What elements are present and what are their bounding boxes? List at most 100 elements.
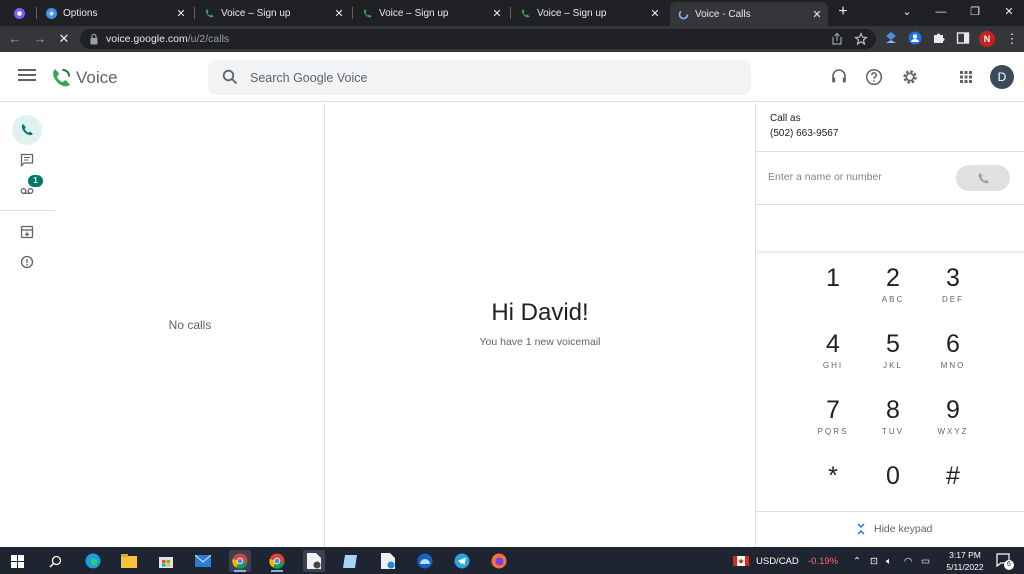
chrome-profile-icon[interactable]	[266, 550, 288, 572]
wifi-icon[interactable]: ◠	[904, 556, 912, 567]
options-icon	[46, 7, 57, 19]
side-panel-icon[interactable]	[956, 31, 970, 45]
clock-time: 3:17 PM	[949, 550, 981, 560]
close-icon[interactable]: ✕	[648, 7, 662, 20]
nav-messages[interactable]	[12, 145, 42, 175]
share-icon[interactable]	[830, 32, 844, 46]
forward-icon[interactable]: →	[31, 30, 49, 48]
new-tab-button[interactable]: +	[834, 3, 852, 21]
extension-icon	[14, 7, 25, 19]
message-icon	[20, 153, 34, 167]
nav-archive[interactable]	[12, 217, 42, 247]
call-as-number[interactable]: (502) 663-9567	[770, 128, 838, 139]
restore-icon[interactable]: ❐	[960, 2, 990, 22]
network-icon[interactable]: ▭	[921, 556, 930, 567]
windows-start-icon[interactable]	[6, 550, 28, 572]
help-icon[interactable]	[865, 68, 883, 86]
tab-voice-signup-2[interactable]: Voice – Sign up ✕	[354, 2, 508, 24]
apps-grid-icon[interactable]	[957, 68, 975, 86]
minimize-icon[interactable]: —	[926, 2, 956, 22]
keypad-key-7[interactable]: 7 PQRS	[808, 395, 858, 455]
browser-app-icon[interactable]	[414, 550, 436, 572]
nav-spam[interactable]	[12, 247, 42, 277]
currency-widget-label[interactable]: USD/CAD	[756, 556, 799, 567]
keypad-key-0[interactable]: 0	[868, 461, 918, 521]
tab-title: Voice – Sign up	[537, 7, 607, 19]
close-icon[interactable]: ✕	[332, 7, 346, 20]
hide-keypad-label: Hide keypad	[874, 523, 933, 535]
tab-divider	[36, 7, 37, 19]
keypad-key-9[interactable]: 9 WXYZ	[928, 395, 978, 455]
nav-calls[interactable]	[12, 115, 42, 145]
keypad-key-6[interactable]: 6 MNO	[928, 329, 978, 389]
extension-dropbox-icon[interactable]	[884, 31, 898, 45]
divider	[756, 511, 1024, 512]
empty-calls-message: No calls	[168, 318, 212, 332]
hide-keypad-button[interactable]: Hide keypad	[856, 523, 932, 535]
close-icon[interactable]: ✕	[174, 7, 188, 20]
calls-list-pane: No calls	[55, 103, 325, 547]
currency-change: -0.19%	[808, 556, 839, 567]
window-close-icon[interactable]: ✕	[994, 2, 1024, 22]
extensions-puzzle-icon[interactable]	[932, 31, 946, 45]
store-icon[interactable]	[155, 550, 177, 572]
close-icon[interactable]: ✕	[490, 7, 504, 20]
notifications-icon[interactable]: 6	[996, 553, 1014, 570]
back-icon[interactable]: ←	[6, 30, 24, 48]
tab-search-icon[interactable]: ⌄	[892, 2, 922, 22]
keypad-key-star[interactable]: *	[808, 461, 858, 521]
keypad-key-5[interactable]: 5 JKL	[868, 329, 918, 389]
keypad-shadow	[756, 251, 1024, 255]
support-headset-icon[interactable]	[830, 68, 848, 86]
keypad-key-4[interactable]: 4 GHI	[808, 329, 858, 389]
chrome-icon[interactable]	[229, 550, 251, 572]
call-as-label: Call as	[770, 113, 801, 124]
search-bar[interactable]	[208, 60, 751, 95]
search-input[interactable]	[250, 68, 730, 88]
tab-voice-signup-1[interactable]: Voice – Sign up ✕	[196, 2, 350, 24]
google-voice-logo-icon[interactable]	[50, 67, 72, 89]
tab-title: Options	[63, 7, 98, 19]
keypad-key-1[interactable]: 1	[808, 263, 858, 323]
tab-divider	[194, 7, 195, 19]
file-app-icon[interactable]	[377, 550, 399, 572]
call-button[interactable]	[956, 165, 1010, 191]
system-clock[interactable]: 3:17 PM 5/11/2022	[940, 549, 990, 573]
browser-menu-icon[interactable]: ⋮	[1003, 30, 1021, 48]
firefox-icon[interactable]	[488, 550, 510, 572]
file-explorer-icon[interactable]	[118, 550, 140, 572]
extension-person-icon[interactable]	[908, 31, 922, 45]
keypad-key-hash[interactable]: #	[928, 461, 978, 521]
divider	[756, 204, 1024, 205]
tab-extension[interactable]	[6, 2, 36, 24]
url-text: voice.google.com/u/2/calls	[106, 33, 230, 45]
tray-chevron-up-icon[interactable]: ⌃	[853, 556, 861, 567]
document-app-icon[interactable]	[303, 550, 325, 572]
tab-divider	[352, 7, 353, 19]
main-menu-icon[interactable]	[18, 69, 36, 85]
settings-gear-icon[interactable]	[901, 68, 919, 86]
telegram-icon[interactable]	[451, 550, 473, 572]
tab-options[interactable]: Options ✕	[38, 2, 192, 24]
tab-voice-calls[interactable]: Voice - Calls ✕	[670, 2, 828, 26]
name-or-number-input[interactable]	[768, 169, 948, 185]
close-icon[interactable]: ✕	[810, 8, 824, 21]
browser-toolbar: ← → ✕ voice.google.com/u/2/calls N ⋮	[0, 26, 1024, 52]
volume-icon[interactable]: 🔈︎	[886, 556, 892, 567]
lock-icon	[90, 33, 98, 45]
tab-voice-signup-3[interactable]: Voice – Sign up ✕	[512, 2, 666, 24]
keypad-key-3[interactable]: 3 DEF	[928, 263, 978, 323]
taskbar-search-icon[interactable]	[44, 550, 66, 572]
browser-profile-avatar[interactable]: N	[979, 31, 995, 47]
account-avatar[interactable]: D	[990, 65, 1014, 89]
notes-app-icon[interactable]	[340, 550, 362, 572]
edge-icon[interactable]	[82, 550, 104, 572]
keypad-key-8[interactable]: 8 TUV	[868, 395, 918, 455]
mail-icon[interactable]	[192, 550, 214, 572]
tray-device-icon[interactable]: ⊡	[870, 556, 878, 567]
keypad-key-2[interactable]: 2 ABC	[868, 263, 918, 323]
address-bar[interactable]: voice.google.com/u/2/calls	[80, 29, 876, 49]
stop-loading-icon[interactable]: ✕	[55, 30, 73, 48]
google-voice-icon	[520, 8, 531, 19]
bookmark-star-icon[interactable]	[854, 32, 868, 46]
